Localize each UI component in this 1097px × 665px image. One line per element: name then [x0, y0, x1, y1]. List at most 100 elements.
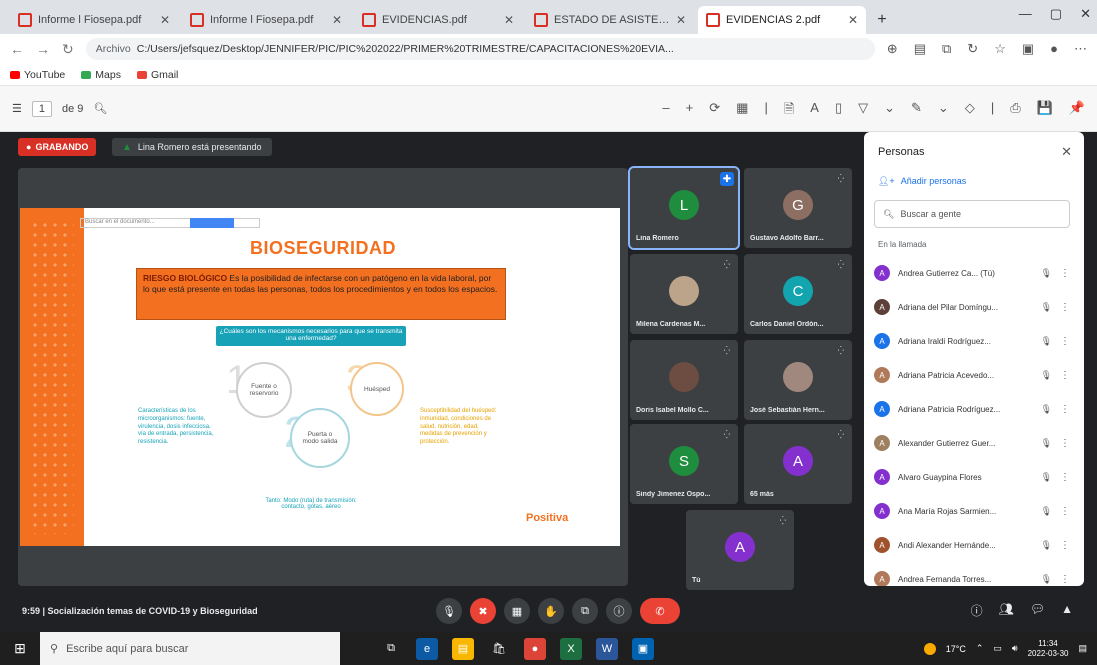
chat-icon[interactable]: 💬︎: [1030, 602, 1045, 619]
info-icon[interactable]: ⓘ: [971, 602, 983, 619]
more-icon[interactable]: ⋮: [1060, 268, 1070, 279]
people-icon[interactable]: 👥︎: [999, 602, 1014, 619]
pdf-tool-icon[interactable]: ▦: [736, 100, 748, 122]
mic-off-icon[interactable]: 🎙︎: [1041, 336, 1052, 347]
people-list-item[interactable]: A Adriana del Pilar Domíngu... 🎙︎ ⋮: [874, 290, 1070, 324]
participant-tile[interactable]: Doris Isabel Mollo C... ⁛: [630, 340, 738, 420]
pdf-tool-icon[interactable]: ⟳: [709, 100, 720, 122]
store-icon[interactable]: 🛍: [488, 637, 510, 660]
participant-tile[interactable]: José Sebastián Hern... ⁛: [744, 340, 852, 420]
bookmark-item[interactable]: Gmail: [136, 69, 178, 81]
add-people-button[interactable]: 👤︎+ Añadir personas: [878, 176, 966, 187]
more-icon[interactable]: ⋮: [1060, 472, 1070, 483]
more-icon[interactable]: ⋮: [1060, 506, 1070, 517]
refresh-icon[interactable]: ↻: [967, 41, 978, 57]
people-list-item[interactable]: A Adriana Patricia Acevedo... 🎙︎ ⋮: [874, 358, 1070, 392]
chrome-icon[interactable]: ●: [524, 637, 546, 660]
forward-icon[interactable]: →: [36, 41, 50, 57]
url-field[interactable]: Archivo C:/Users/jefsquez/Desktop/JENNIF…: [85, 38, 875, 60]
captions-button[interactable]: ▦: [504, 598, 530, 624]
pdf-tool-icon[interactable]: +: [686, 100, 694, 122]
reload-icon[interactable]: ↻: [62, 41, 74, 58]
taskbar-search-input[interactable]: ⚲ Escribe aquí para buscar: [40, 632, 340, 665]
mic-off-icon[interactable]: 🎙︎: [1041, 574, 1052, 585]
participant-tile[interactable]: C Carlos Daniel Ordón... ⁛: [744, 254, 852, 334]
minimize-button[interactable]: —: [1019, 6, 1032, 22]
people-list-item[interactable]: A Andrea Fernanda Torres... 🎙︎ ⋮: [874, 562, 1070, 586]
pdf-tool-icon[interactable]: ⌄: [938, 100, 949, 122]
people-list-item[interactable]: A Ana María Rojas Sarmien... 🎙︎ ⋮: [874, 494, 1070, 528]
pdf-tool-icon[interactable]: ✎: [911, 100, 922, 122]
excel-icon[interactable]: X: [560, 637, 582, 660]
mic-off-icon[interactable]: 🎙︎: [1041, 268, 1052, 279]
favorites-icon[interactable]: ☆: [994, 41, 1006, 57]
participant-tile[interactable]: Milena Cardenas M... ⁛: [630, 254, 738, 334]
profile-icon[interactable]: ●: [1050, 41, 1058, 57]
edge-icon[interactable]: e: [416, 637, 438, 660]
more-icon[interactable]: ⋮: [1060, 336, 1070, 347]
pdf-tool-icon[interactable]: ⎙: [1010, 100, 1020, 122]
leave-call-button[interactable]: ✆: [640, 598, 680, 624]
toc-icon[interactable]: ☰: [12, 102, 22, 115]
close-icon[interactable]: ✕: [504, 13, 514, 27]
close-icon[interactable]: ✕: [1061, 144, 1072, 160]
present-button[interactable]: ⧉: [572, 598, 598, 624]
browser-tab[interactable]: EVIDENCIAS 2.pdf ✕: [698, 6, 866, 34]
extensions-icon[interactable]: ⧉: [942, 41, 951, 57]
notifications-icon[interactable]: ▤: [1078, 643, 1087, 654]
mic-off-icon[interactable]: 🎙︎: [1041, 540, 1052, 551]
activities-icon[interactable]: ▲: [1061, 602, 1073, 619]
task-view-icon[interactable]: ⧉: [380, 637, 402, 660]
participant-tile[interactable]: S Sindy Jimenez Ospo... ⁛: [630, 424, 738, 504]
maximize-button[interactable]: ▢: [1050, 6, 1062, 22]
new-tab-button[interactable]: +: [870, 6, 894, 34]
more-icon[interactable]: ⋮: [1060, 302, 1070, 313]
more-icon[interactable]: ⋮: [1060, 438, 1070, 449]
mic-off-icon[interactable]: 🎙︎: [1041, 506, 1052, 517]
mic-off-icon[interactable]: 🎙︎: [1041, 404, 1052, 415]
weather-icon[interactable]: [923, 642, 936, 655]
more-icon[interactable]: ⋯: [1074, 41, 1087, 57]
bookmark-item[interactable]: YouTube: [10, 69, 65, 81]
pdf-tool-icon[interactable]: A: [810, 100, 819, 122]
people-search-input[interactable]: 🔍︎ Buscar a gente: [874, 200, 1070, 228]
mic-off-icon[interactable]: 🎙︎: [1041, 438, 1052, 449]
more-icon[interactable]: ⋮: [1060, 574, 1070, 585]
pdf-tool-icon[interactable]: 🗎: [784, 100, 794, 122]
pdf-tool-icon[interactable]: ⌄: [884, 100, 895, 122]
bookmark-item[interactable]: Maps: [81, 69, 121, 81]
start-button[interactable]: ⊞: [0, 632, 40, 665]
more-options-button[interactable]: ⓘ: [606, 598, 632, 624]
people-list-item[interactable]: A Adriana Iraldi Rodríguez... 🎙︎ ⋮: [874, 324, 1070, 358]
more-icon[interactable]: ⋮: [1060, 370, 1070, 381]
browser-tab[interactable]: EVIDENCIAS.pdf ✕: [354, 6, 522, 34]
browser-tab[interactable]: Informe l Fiosepa.pdf ✕: [10, 6, 178, 34]
participant-tile[interactable]: A 65 más ⁛: [744, 424, 852, 504]
more-icon[interactable]: ⋮: [1060, 540, 1070, 551]
weather-temp[interactable]: 17°C: [946, 644, 966, 654]
pdf-tool-icon[interactable]: ▽: [858, 100, 868, 122]
more-icon[interactable]: ⋮: [1060, 404, 1070, 415]
people-list-item[interactable]: A Adriana Patricia Rodríguez... 🎙︎ ⋮: [874, 392, 1070, 426]
page-number-input[interactable]: 1: [31, 100, 52, 117]
pdf-tool-icon[interactable]: ▯: [835, 100, 842, 122]
browser-tab[interactable]: ESTADO DE ASISTENCIA... ✕: [526, 6, 694, 34]
mic-off-icon[interactable]: 🎙︎: [1041, 472, 1052, 483]
pdf-tool-icon[interactable]: ◇: [965, 100, 975, 122]
people-list-item[interactable]: A Alexander Gutierrez Guer... 🎙︎ ⋮: [874, 426, 1070, 460]
camera-off-button[interactable]: ✖: [470, 598, 496, 624]
close-icon[interactable]: ✕: [160, 13, 170, 27]
zoom-icon[interactable]: ⊕: [887, 41, 898, 57]
network-icon[interactable]: ▭: [993, 643, 1002, 654]
participant-tile[interactable]: G Gustavo Adolfo Barr... ⁛: [744, 168, 852, 248]
photos-icon[interactable]: ▣: [632, 637, 654, 660]
people-list-item[interactable]: A Andi Alexander Hernánde... 🎙︎ ⋮: [874, 528, 1070, 562]
collections-icon[interactable]: ▣: [1022, 41, 1034, 57]
word-icon[interactable]: W: [596, 637, 618, 660]
tray-chevron-icon[interactable]: ⌃: [976, 643, 984, 654]
participant-tile[interactable]: L Lina Romero ✚: [628, 166, 740, 250]
participant-tile[interactable]: A Tú ⁛: [686, 510, 794, 590]
pin-icon[interactable]: ✚: [720, 172, 734, 186]
reader-icon[interactable]: ▤: [914, 41, 926, 57]
pdf-tool-icon[interactable]: 💾: [1037, 100, 1053, 122]
